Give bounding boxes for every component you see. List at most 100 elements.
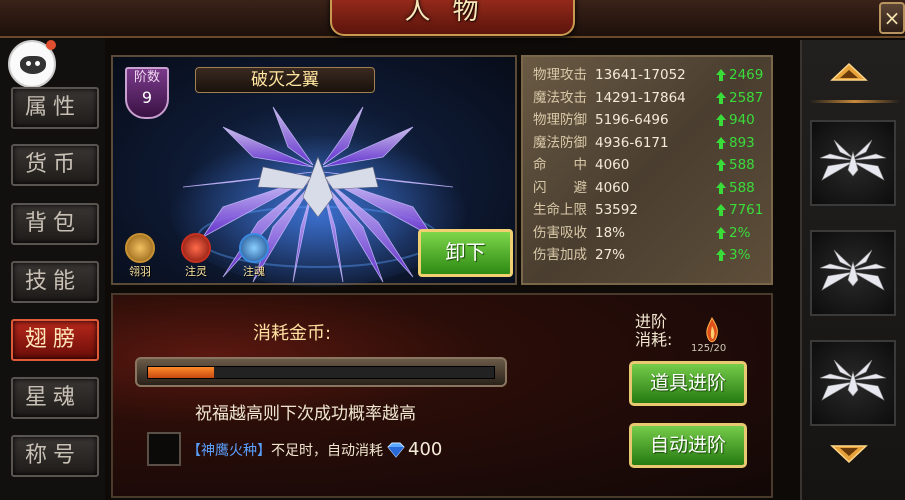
stat-value: 53592 xyxy=(595,202,638,218)
stat-row: 物理防御 5196-6496 940 xyxy=(533,109,761,132)
wing-slot[interactable] xyxy=(810,120,896,206)
stat-name: 物理攻击 xyxy=(533,67,587,83)
stat-bonus: 7761 xyxy=(729,202,764,218)
advance-cost-label: 进阶 消耗: xyxy=(635,312,673,349)
skill-label: 翎羽 xyxy=(129,265,151,278)
silver-wing-icon xyxy=(819,359,887,401)
item-name: 【神鹰火种】 xyxy=(187,443,271,459)
stat-row: 命 中 4060 588 xyxy=(533,154,761,177)
up-arrow-icon xyxy=(716,159,726,171)
stat-row: 魔法攻击 14291-17864 2587 xyxy=(533,87,764,110)
wing-preview-panel: 阶数 9 破灭之翼 翎羽 注灵 注魂 卸下 xyxy=(111,55,517,287)
stat-value: 4060 xyxy=(595,157,630,173)
stat-bonus: 940 xyxy=(729,112,755,128)
auto-consume-line: 【神鹰火种】不足时，自动消耗 400 xyxy=(187,439,442,460)
feather-icon xyxy=(125,233,155,263)
spirit-icon xyxy=(181,233,211,263)
stat-name: 生命上限 xyxy=(533,202,587,218)
close-button[interactable]: × xyxy=(879,2,905,34)
rank-label: 阶数 xyxy=(133,70,160,85)
tab-currency[interactable]: 货币 xyxy=(11,144,99,186)
page-title: 人物 xyxy=(404,0,501,26)
stat-name: 物理防御 xyxy=(533,112,587,128)
progress-track xyxy=(147,366,495,379)
up-arrow-icon xyxy=(716,114,726,126)
ember-count: 125/20 xyxy=(691,343,727,354)
gold-cost-title: 消耗金币: xyxy=(253,323,332,344)
stats-panel: 物理攻击 13641-17052 2469 魔法攻击 14291-17864 2587 … xyxy=(521,55,773,285)
stat-row: 闪 避 4060 588 xyxy=(533,177,761,200)
up-arrow-icon xyxy=(716,204,726,216)
unequip-button[interactable]: 卸下 xyxy=(418,229,513,277)
stat-name: 闪 避 xyxy=(533,179,587,196)
stat-name: 命 中 xyxy=(533,157,587,173)
up-arrow-icon xyxy=(716,249,726,261)
stat-bonus: 2469 xyxy=(729,67,764,83)
tab-skills[interactable]: 技能 xyxy=(11,261,99,303)
stat-bonus: 2587 xyxy=(729,89,764,106)
stat-name: 魔法防御 xyxy=(533,134,587,151)
stat-row: 伤害吸收 18% 2% xyxy=(533,222,761,245)
skill-feather-button[interactable]: 翎羽 xyxy=(119,229,161,278)
tab-attributes[interactable]: 属性 xyxy=(11,87,99,129)
blessing-progress-bar xyxy=(135,357,507,387)
wing-name: 破灭之翼 xyxy=(195,67,375,93)
wing-selector xyxy=(800,40,905,500)
divider xyxy=(810,100,900,103)
stat-name: 伤害加成 xyxy=(533,247,587,263)
skill-spirit-button[interactable]: 注灵 xyxy=(175,229,217,278)
consume-text: 不足时，自动消耗 xyxy=(271,443,383,459)
stat-bonus: 588 xyxy=(729,157,755,173)
stat-value: 4060 xyxy=(595,179,630,196)
wing-slot[interactable] xyxy=(810,230,896,316)
auto-consume-checkbox[interactable] xyxy=(147,432,181,466)
auto-advance-button[interactable]: 自动进阶 xyxy=(629,423,747,468)
soul-icon xyxy=(239,233,269,263)
stat-bonus: 3% xyxy=(729,247,751,263)
stat-row: 伤害加成 27% 3% xyxy=(533,244,761,267)
silver-wing-icon xyxy=(819,139,887,181)
stat-value: 14291-17864 xyxy=(595,89,686,106)
stat-name: 魔法攻击 xyxy=(533,89,587,106)
progress-fill xyxy=(148,367,214,378)
stat-bonus: 893 xyxy=(729,134,755,151)
skill-label: 注魂 xyxy=(243,265,265,278)
tab-bag[interactable]: 背包 xyxy=(11,203,99,245)
wing-slot[interactable] xyxy=(810,340,896,426)
skill-label: 注灵 xyxy=(185,265,207,278)
stat-row: 生命上限 53592 7761 xyxy=(533,199,764,222)
scroll-down-arrow-icon[interactable] xyxy=(830,444,868,464)
stat-value: 5196-6496 xyxy=(595,112,669,128)
up-arrow-icon xyxy=(716,91,726,104)
rank-value: 9 xyxy=(141,88,153,107)
advance-panel: 消耗金币: 祝福越高则下次成功概率越高 【神鹰火种】不足时，自动消耗 400 进阶… xyxy=(111,293,773,498)
title-bar: 人物 × xyxy=(0,0,905,38)
item-advance-button[interactable]: 道具进阶 xyxy=(629,361,747,406)
stat-bonus: 2% xyxy=(729,224,751,241)
up-arrow-icon xyxy=(716,136,726,149)
stat-row: 物理攻击 13641-17052 2469 xyxy=(533,64,764,87)
diamond-count: 400 xyxy=(408,439,443,460)
up-arrow-icon xyxy=(716,69,726,81)
stat-row: 魔法防御 4936-6171 893 xyxy=(533,132,761,155)
up-arrow-icon xyxy=(716,226,726,239)
up-arrow-icon xyxy=(716,181,726,194)
diamond-icon xyxy=(387,442,405,458)
ember-icon xyxy=(706,317,718,343)
skill-soul-button[interactable]: 注魂 xyxy=(233,229,275,278)
rank-badge: 阶数 9 xyxy=(125,67,169,119)
stat-bonus: 588 xyxy=(729,179,755,196)
tab-star-soul[interactable]: 星魂 xyxy=(11,377,99,419)
stat-value: 18% xyxy=(595,224,626,241)
scroll-up-arrow-icon[interactable] xyxy=(830,62,868,82)
silver-wing-icon xyxy=(819,249,887,291)
tab-wings[interactable]: 翅膀 xyxy=(11,319,99,361)
stat-value: 4936-6171 xyxy=(595,134,669,151)
chat-avatar-button[interactable] xyxy=(8,40,56,88)
chat-face-icon xyxy=(20,56,46,74)
tab-title[interactable]: 称号 xyxy=(11,435,99,477)
stat-name: 伤害吸收 xyxy=(533,224,587,241)
stat-value: 13641-17052 xyxy=(595,67,686,83)
stat-value: 27% xyxy=(595,247,626,263)
notification-dot xyxy=(46,40,56,50)
